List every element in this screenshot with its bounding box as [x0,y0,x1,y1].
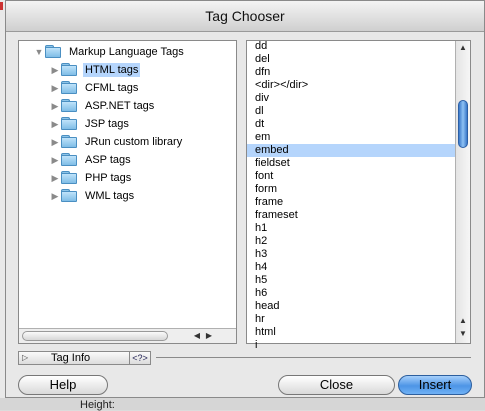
tag-list-item[interactable]: h1 [247,222,455,235]
tree-item-label: WML tags [85,190,135,202]
tag-chooser-dialog: Tag Chooser ▼ Markup Language Tags ▶ HTML… [5,0,485,398]
folder-icon [61,63,78,77]
scroll-down-arrow-icon[interactable]: ▼ [457,328,469,340]
tag-list-item[interactable]: head [247,300,455,313]
background-app-strip [0,398,485,410]
folder-icon [61,189,78,203]
tree-item[interactable]: ▶ CFML tags [49,79,140,97]
scroll-up-top-arrow-icon[interactable]: ▲ [457,42,469,54]
tree-item-label: PHP tags [85,172,132,184]
insert-button[interactable]: Insert [398,375,472,395]
expand-triangle-icon[interactable]: ▶ [49,82,61,94]
tree-item[interactable]: ▶ JRun custom library [49,133,184,151]
tree-item-label: ASP.NET tags [85,100,155,112]
disclosure-triangle-icon: ▷ [22,353,29,362]
tag-info-help-icon[interactable]: <?> [129,351,151,365]
tag-list[interactable]: dd del dfn <dir></dir> div dl dt em embed fieldse… [246,40,471,351]
tag-list-item[interactable]: fieldset [247,157,455,170]
tag-list-item[interactable]: i [247,339,455,352]
horizontal-scrollbar[interactable]: ◀ ▶ [19,328,236,343]
expand-triangle-icon[interactable]: ▶ [49,136,61,148]
scroll-up-arrow-icon[interactable]: ▲ [457,315,469,327]
tree-root-label: Markup Language Tags [69,46,184,58]
expand-triangle-icon[interactable]: ▼ [33,46,45,58]
tag-list-item[interactable]: h3 [247,248,455,261]
window-title: Tag Chooser [6,1,484,32]
tag-list-item[interactable]: dl [247,105,455,118]
expand-triangle-icon[interactable]: ▶ [49,190,61,202]
tree-item-label: ASP tags [85,154,131,166]
tag-list-item[interactable]: h5 [247,274,455,287]
tag-list-item[interactable]: frame [247,196,455,209]
tag-category-tree[interactable]: ▼ Markup Language Tags ▶ HTML tags ▶ CFML t… [18,40,237,344]
tree-item[interactable]: ▶ ASP.NET tags [49,97,156,115]
tree-item[interactable]: ▶ WML tags [49,187,136,205]
tag-list-item[interactable]: hr [247,313,455,326]
expand-triangle-icon[interactable]: ▶ [49,64,61,76]
tag-list-item[interactable]: <dir></dir> [247,79,455,92]
tag-list-item[interactable]: del [247,53,455,66]
tag-list-item[interactable]: font [247,170,455,183]
expand-triangle-icon[interactable]: ▶ [49,118,61,130]
help-button[interactable]: Help [18,375,108,395]
background-height-label: Height: [80,399,115,411]
vertical-scroll-thumb[interactable] [458,100,468,148]
horizontal-scroll-thumb[interactable] [22,331,168,341]
tag-list-item[interactable]: dfn [247,66,455,79]
tag-list-item[interactable]: form [247,183,455,196]
tree-item-label: JSP tags [85,118,129,130]
tree-item-label: CFML tags [85,82,139,94]
expand-triangle-icon[interactable]: ▶ [49,100,61,112]
tag-info-toggle[interactable]: ▷ Tag Info [18,351,130,365]
tree-item[interactable]: ▶ PHP tags [49,169,133,187]
tag-list-item[interactable]: html [247,326,455,339]
tag-list-item[interactable]: dd [247,40,455,53]
tree-item[interactable]: ▶ HTML tags [49,61,141,79]
folder-icon [61,171,78,185]
scroll-left-arrow-icon[interactable]: ◀ [191,330,203,342]
tag-list-item[interactable]: dt [247,118,455,131]
tag-list-item[interactable]: frameset [247,209,455,222]
scroll-right-arrow-icon[interactable]: ▶ [203,330,215,342]
tree-item[interactable]: ▶ ASP tags [49,151,133,169]
folder-icon [61,135,78,149]
tag-list-item[interactable]: div [247,92,455,105]
folder-icon [61,153,78,167]
background-marker [0,2,3,10]
folder-icon [61,99,78,113]
close-button[interactable]: Close [278,375,395,395]
expand-triangle-icon[interactable]: ▶ [49,172,61,184]
folder-icon [61,81,78,95]
tree-item-label: JRun custom library [85,136,183,148]
tag-list-item[interactable]: h4 [247,261,455,274]
tag-list-item[interactable]: embed [247,144,455,157]
tree-item[interactable]: ▶ JSP tags [49,115,131,133]
tag-list-item[interactable]: em [247,131,455,144]
tag-list-item[interactable]: h6 [247,287,455,300]
folder-icon [61,117,78,131]
folder-icon [45,45,62,59]
tag-info-divider [156,357,471,358]
tag-list-item[interactable]: h2 [247,235,455,248]
tree-item-label: HTML tags [83,63,141,77]
expand-triangle-icon[interactable]: ▶ [49,154,61,166]
tag-info-label: Tag Info [51,352,91,364]
vertical-scrollbar[interactable]: ▲ ▲ ▼ [455,41,470,343]
tree-root[interactable]: ▼ Markup Language Tags [33,43,186,61]
